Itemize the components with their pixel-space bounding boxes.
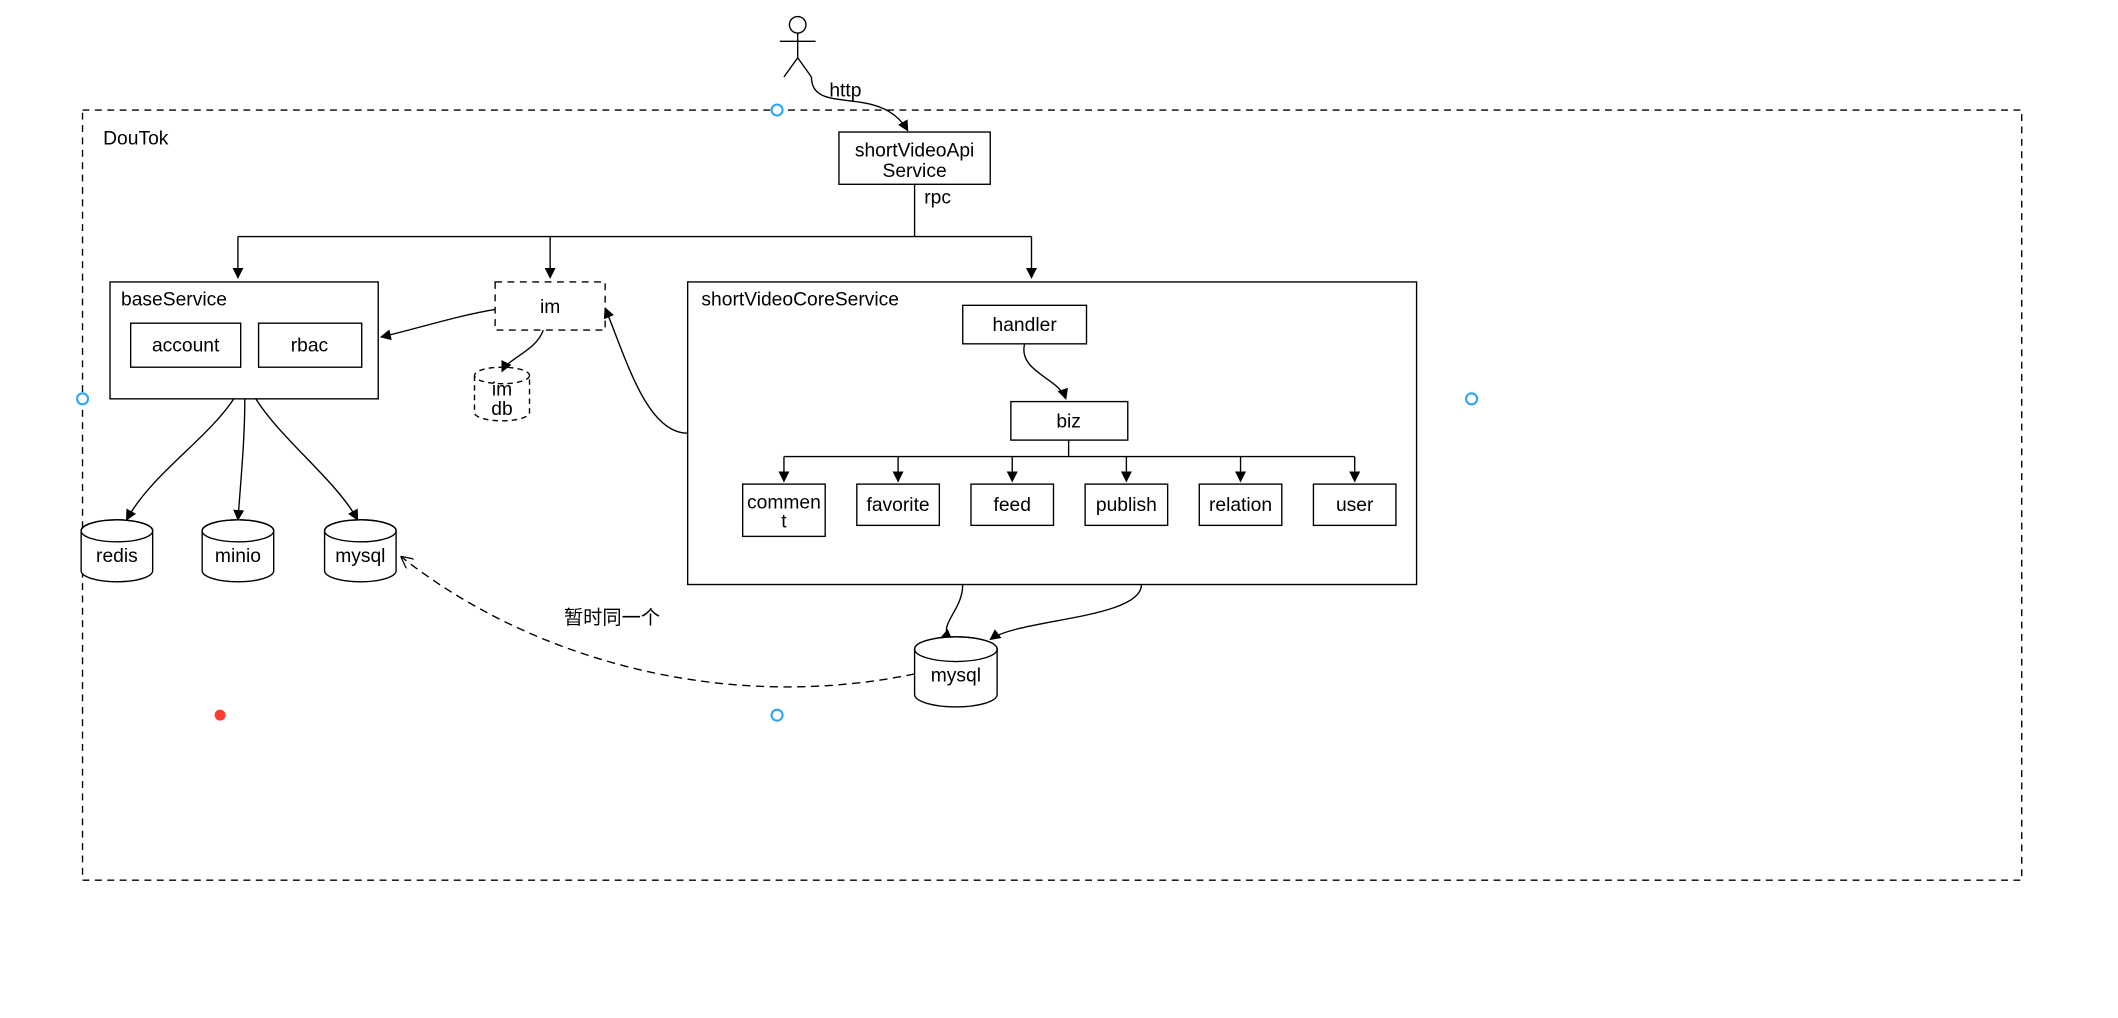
handle-bottom[interactable]: [772, 710, 783, 721]
label-imdb-2: db: [491, 399, 512, 420]
label-http: http: [829, 80, 861, 101]
frame-title: DouTok: [103, 128, 169, 149]
label-im: im: [540, 297, 560, 318]
label-rbac: rbac: [291, 336, 329, 357]
baseservice-title: baseService: [121, 289, 227, 310]
svg-text:user: user: [1336, 495, 1374, 516]
api-line2: Service: [882, 161, 946, 182]
edge-base-to-minio: [238, 399, 245, 520]
edge-core-to-mysql-2: [990, 585, 1141, 640]
svg-text:favorite: favorite: [867, 495, 930, 516]
svg-text:relation: relation: [1209, 495, 1272, 516]
label-mysql-base: mysql: [335, 546, 385, 567]
edge-im-to-baseservice: [381, 309, 495, 337]
handle-top[interactable]: [772, 105, 783, 116]
diagram-canvas: DouTok http shortVideoApi Service rpc ba…: [0, 0, 2118, 1018]
label-handler: handler: [993, 315, 1058, 336]
label-imdb-1: im: [492, 380, 512, 401]
edge-base-to-mysql: [256, 399, 358, 520]
svg-text:publish: publish: [1096, 495, 1157, 516]
svg-text:feed: feed: [994, 495, 1031, 516]
actor-icon: [780, 17, 816, 78]
label-mysql-core: mysql: [931, 666, 981, 687]
handle-left[interactable]: [77, 393, 88, 404]
svg-text:t: t: [781, 512, 787, 533]
label-rpc: rpc: [924, 188, 951, 209]
label-account: account: [152, 336, 220, 357]
handle-right[interactable]: [1466, 393, 1477, 404]
api-line1: shortVideoApi: [855, 140, 975, 161]
core-title: shortVideoCoreService: [701, 289, 899, 310]
svg-text:commen: commen: [747, 492, 821, 513]
handle-red[interactable]: [215, 710, 225, 720]
edge-core-to-im: [605, 308, 688, 433]
edge-core-to-mysql-1: [946, 585, 962, 640]
label-same-db: 暂时同一个: [564, 607, 660, 629]
edge-im-to-imdb: [502, 330, 543, 371]
label-biz: biz: [1056, 411, 1081, 432]
edge-base-to-redis: [127, 399, 234, 520]
label-redis: redis: [96, 546, 138, 567]
label-minio: minio: [215, 546, 261, 567]
